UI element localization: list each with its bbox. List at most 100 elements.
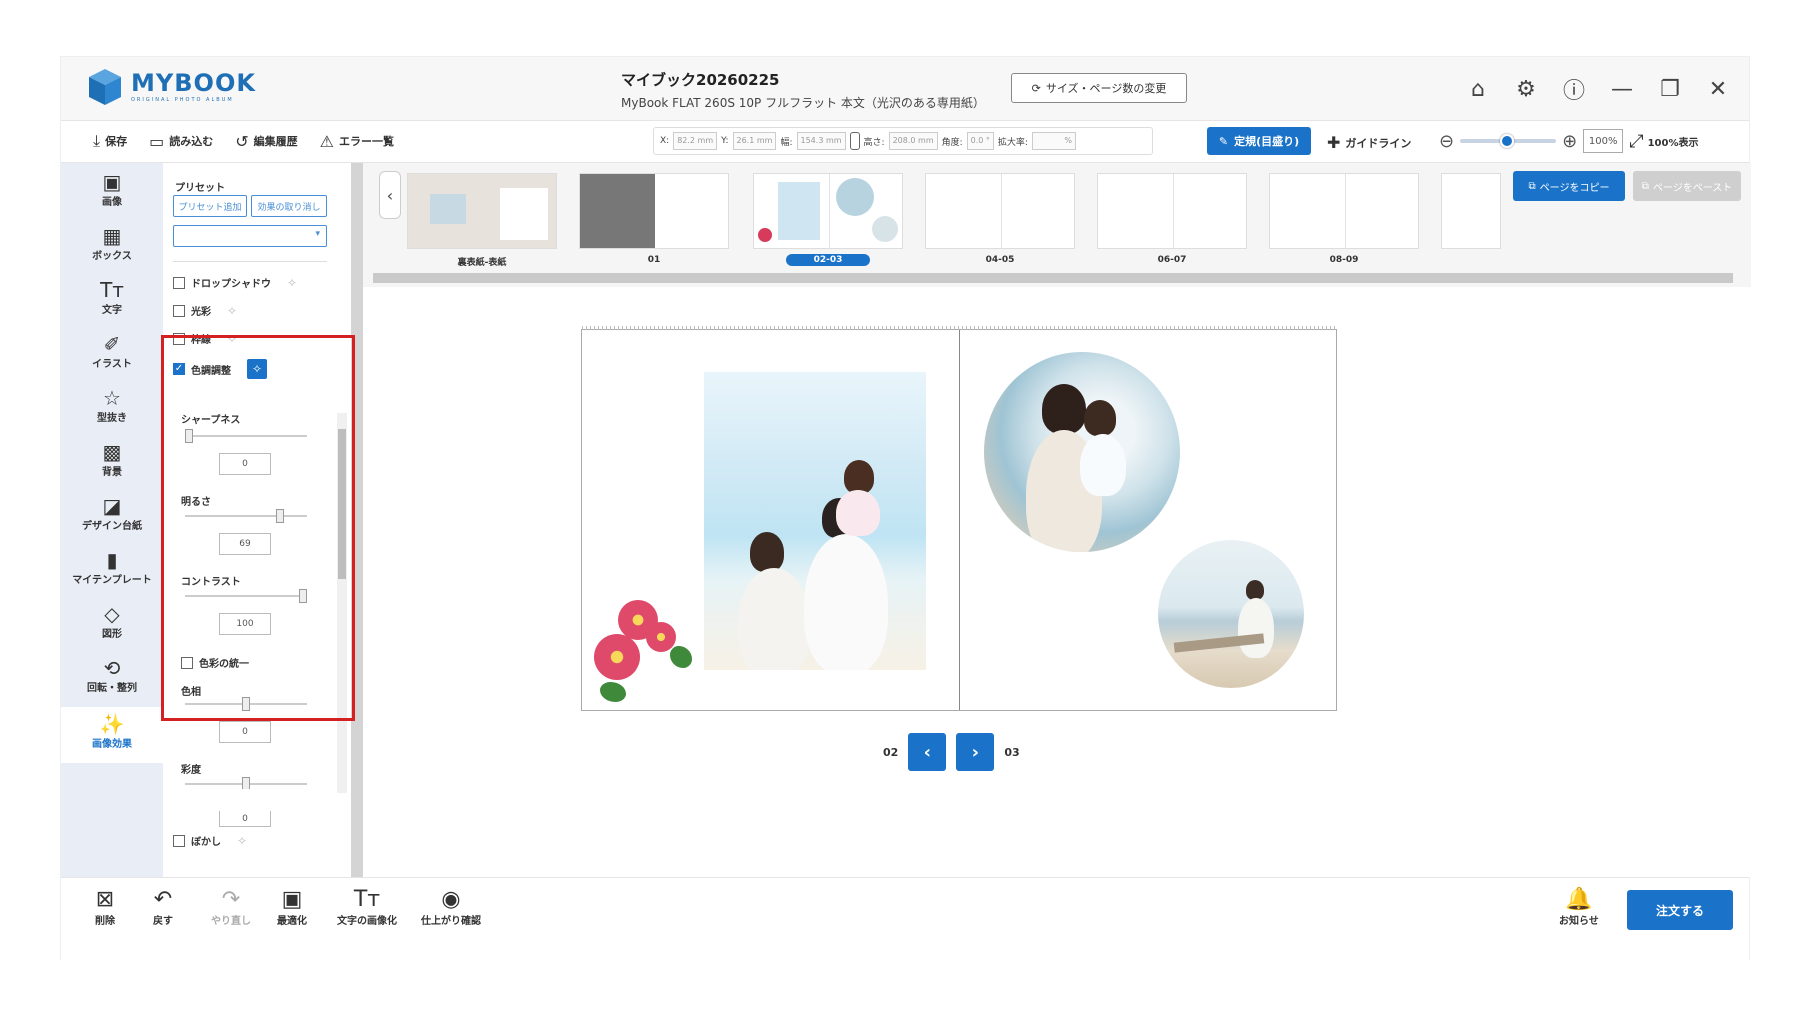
thumb-06-07[interactable] — [1097, 173, 1247, 249]
slider-knob[interactable] — [299, 589, 307, 603]
optimize-button[interactable]: ▣ 最適化 — [277, 888, 307, 928]
copy-page-button[interactable]: ⧉ ページをコピー — [1513, 171, 1625, 201]
drop-shadow-checkbox[interactable] — [173, 276, 185, 289]
preview-button[interactable]: ◉ 仕上がり確認 — [421, 888, 481, 928]
wand-icon[interactable]: ✧ — [287, 276, 297, 290]
x-field[interactable]: 82.2 mm — [673, 132, 718, 150]
wand-icon[interactable]: ✧ — [227, 332, 237, 346]
zoom-100-button[interactable]: ⤢ 100%表示 — [1629, 131, 1698, 152]
undo-button[interactable]: ↶ 戻す — [153, 888, 173, 928]
color-adjust-checkbox[interactable]: ✓ — [173, 363, 185, 375]
height-field[interactable]: 208.0 mm — [888, 132, 938, 150]
delete-button[interactable]: ⊠ 削除 — [95, 888, 115, 928]
wand-icon[interactable]: ✧ — [247, 359, 267, 379]
settings-scroll-thumb[interactable] — [338, 429, 346, 579]
angle-field[interactable]: 0.0 ° — [966, 132, 994, 150]
next-page-button[interactable]: › — [956, 733, 995, 771]
redo-button[interactable]: ↷ やり直し — [211, 888, 251, 928]
border-checkbox[interactable] — [173, 332, 185, 345]
blur-option[interactable]: ぼかし ✧ — [173, 833, 247, 848]
hue-value[interactable]: 0 — [219, 721, 271, 743]
border-option[interactable]: 枠線 ✧ — [173, 331, 237, 346]
history-button[interactable]: ↺ 編集履歴 — [235, 131, 297, 151]
rail-cutout[interactable]: ☆ 型抜き — [61, 387, 163, 437]
brightness-value[interactable]: 69 — [219, 533, 271, 555]
notice-button[interactable]: 🔔 お知らせ — [1559, 888, 1599, 928]
thumb-01[interactable] — [579, 173, 729, 249]
width-field[interactable]: 154.3 mm — [796, 132, 846, 150]
slider-knob[interactable] — [242, 777, 250, 789]
maximize-icon[interactable]: ❐ — [1657, 77, 1683, 102]
rail-rotate-align[interactable]: ⟲ 回転・整列 — [61, 657, 163, 707]
order-button[interactable]: 注文する — [1627, 890, 1733, 930]
errors-button[interactable]: ⚠ エラー一覧 — [320, 131, 394, 151]
circle-photo-beach[interactable] — [1158, 540, 1304, 688]
settings-scrollbar[interactable] — [337, 413, 347, 793]
saturation-value[interactable]: 0 — [219, 811, 271, 827]
slider-knob[interactable] — [185, 429, 193, 443]
rail-my-template[interactable]: ▮ マイテンプレート — [61, 549, 163, 599]
brightness-slider[interactable] — [185, 509, 307, 523]
wand-icon[interactable]: ✧ — [237, 834, 247, 848]
ruler-button[interactable]: ✎ 定規(目盛り) — [1207, 127, 1311, 155]
prev-page-button[interactable]: ‹ — [908, 733, 947, 771]
family-photo[interactable] — [704, 372, 926, 670]
minimize-icon[interactable]: — — [1609, 77, 1635, 102]
rail-text[interactable]: Tт 文字 — [61, 279, 163, 329]
zoom-percent-field[interactable]: 100% — [1583, 129, 1624, 153]
sharpness-value[interactable]: 0 — [219, 453, 271, 475]
rail-box[interactable]: ▦ ボックス — [61, 225, 163, 275]
rail-shape[interactable]: ◇ 図形 — [61, 603, 163, 653]
gear-icon[interactable]: ⚙ — [1513, 77, 1539, 102]
thumb-08-09[interactable] — [1269, 173, 1419, 249]
effect-remove-button[interactable]: 効果の取り消し — [251, 195, 327, 217]
circle-photo-mother-daughter[interactable] — [984, 352, 1180, 552]
strip-scrollbar[interactable] — [373, 273, 1733, 283]
help-icon[interactable]: ⓘ — [1561, 73, 1587, 105]
collapse-panel-button[interactable]: ‹ — [379, 171, 401, 219]
thumb-next[interactable] — [1441, 173, 1501, 249]
unify-color-checkbox[interactable] — [181, 656, 193, 669]
slider-knob[interactable] — [276, 509, 285, 523]
close-icon[interactable]: ✕ — [1705, 77, 1731, 102]
preset-select[interactable] — [173, 225, 327, 247]
aspect-lock-icon[interactable] — [849, 132, 860, 150]
contrast-value[interactable]: 100 — [219, 613, 271, 635]
glow-option[interactable]: 光彩 ✧ — [173, 303, 237, 318]
y-field[interactable]: 26.1 mm — [732, 132, 777, 150]
thumb-04-05[interactable] — [925, 173, 1075, 249]
zoom-in-icon[interactable]: ⊕ — [1562, 131, 1577, 152]
wand-icon[interactable]: ✧ — [227, 304, 237, 318]
rail-image[interactable]: ▣ 画像 — [61, 171, 163, 221]
scale-field[interactable]: % — [1031, 132, 1076, 150]
camellia-flower[interactable] — [646, 622, 676, 652]
preset-add-button[interactable]: プリセット追加 — [173, 195, 247, 217]
guideline-button[interactable]: ✚ ガイドライン — [1327, 133, 1411, 152]
zoom-slider[interactable] — [1460, 134, 1557, 148]
thumb-02-03[interactable] — [753, 173, 903, 249]
size-page-change-button[interactable]: ⟳ サイズ・ページ数の変更 — [1011, 73, 1187, 103]
camellia-flower[interactable] — [594, 634, 640, 680]
hue-slider[interactable] — [185, 697, 307, 711]
unify-color-option[interactable]: 色彩の統一 — [181, 655, 249, 670]
rail-background[interactable]: ▩ 背景 — [61, 441, 163, 491]
slider-knob[interactable] — [242, 697, 250, 711]
saturation-slider[interactable] — [185, 777, 307, 789]
rail-illust[interactable]: ✐ イラスト — [61, 333, 163, 383]
blur-checkbox[interactable] — [173, 834, 185, 847]
rail-image-effects[interactable]: ✨ 画像効果 — [61, 707, 163, 763]
glow-checkbox[interactable] — [173, 304, 185, 317]
drop-shadow-option[interactable]: ドロップシャドウ ✧ — [173, 275, 297, 290]
save-button[interactable]: ⤓ 保存 — [93, 131, 127, 151]
color-adjust-option[interactable]: ✓ 色調調整 ✧ — [173, 359, 267, 379]
rail-design-mount[interactable]: ◪ デザイン台紙 — [61, 495, 163, 545]
sharpness-slider[interactable] — [185, 429, 307, 443]
home-icon[interactable]: ⌂ — [1465, 77, 1491, 102]
contrast-slider[interactable] — [185, 589, 307, 603]
load-button[interactable]: ▭ 読み込む — [149, 131, 213, 151]
paste-page-button[interactable]: ⧉ ページをペースト — [1633, 171, 1741, 201]
thumb-cover[interactable] — [407, 173, 557, 249]
text-to-image-button[interactable]: Tт 文字の画像化 — [337, 888, 397, 928]
panel-scrollbar[interactable] — [351, 163, 363, 877]
zoom-out-icon[interactable]: ⊖ — [1439, 131, 1454, 152]
